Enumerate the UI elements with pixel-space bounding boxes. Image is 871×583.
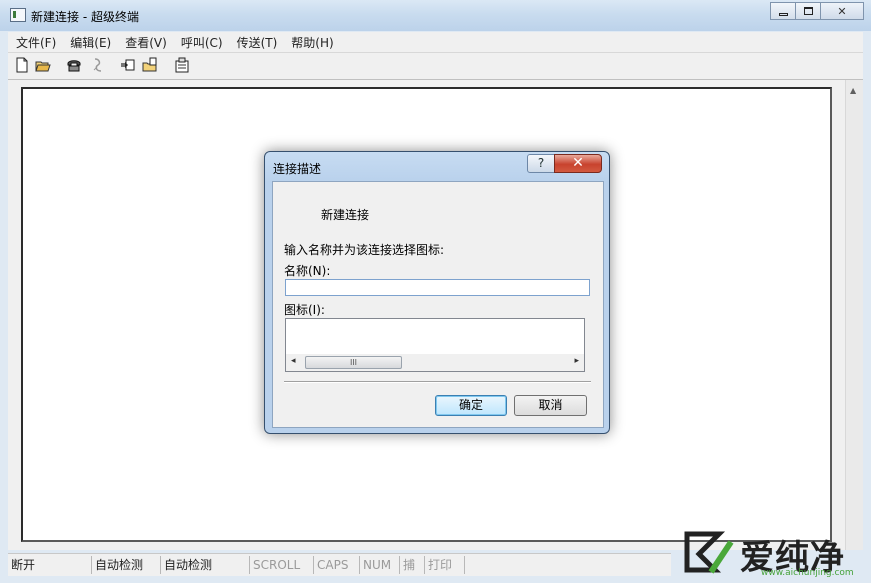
status-num: NUM	[360, 556, 400, 574]
window-controls: ✕	[770, 2, 864, 22]
minimize-button[interactable]	[770, 2, 796, 20]
receive-icon[interactable]	[142, 57, 158, 73]
name-input[interactable]	[285, 279, 590, 296]
dialog-prompt: 输入名称并为该连接选择图标:	[284, 243, 445, 257]
maximize-icon	[803, 7, 813, 15]
menu-help[interactable]: 帮助(H)	[283, 32, 339, 51]
hyperterminal-icon	[10, 8, 26, 22]
icon-label: 图标(I):	[284, 303, 325, 317]
status-scroll: SCROLL	[250, 556, 314, 574]
separator	[284, 381, 591, 383]
status-print: 打印	[425, 556, 465, 574]
disconnect-icon[interactable]	[90, 57, 106, 73]
watermark-url: www.aichunjing.com	[761, 568, 854, 578]
icon-list-scrollbar[interactable]: ◂ III ▸	[286, 354, 584, 371]
open-icon[interactable]	[35, 57, 51, 73]
dialog-close-button[interactable]: ✕	[554, 154, 602, 173]
cancel-button[interactable]: 取消	[514, 395, 587, 416]
minimize-icon	[778, 12, 788, 16]
status-capture: 捕	[400, 556, 425, 574]
status-autodetect-1: 自动检测	[92, 556, 161, 574]
name-label: 名称(N):	[284, 264, 331, 278]
menu-call[interactable]: 呼叫(C)	[173, 32, 229, 51]
menu-edit[interactable]: 编辑(E)	[62, 32, 117, 51]
status-caps: CAPS	[314, 556, 360, 574]
dialog-title: 连接描述	[273, 162, 322, 176]
connection-description-dialog: 连接描述 ? ✕ 新建连接 输入名称并为该连接选择图标: 名称(N): 图标(I…	[264, 151, 610, 434]
scroll-right-icon[interactable]: ▸	[574, 356, 579, 366]
vertical-scrollbar[interactable]: ▲	[845, 80, 863, 550]
connection-name-heading: 新建连接	[321, 208, 370, 222]
close-icon: ✕	[837, 4, 847, 18]
watermark: 爱纯净 www.aichunjing.com	[676, 528, 871, 583]
title-bar: 新建连接 - 超级终端 ✕	[0, 0, 871, 31]
scroll-left-icon[interactable]: ◂	[291, 356, 296, 366]
scroll-thumb[interactable]: III	[305, 356, 402, 369]
new-icon[interactable]	[14, 57, 30, 73]
close-icon: ✕	[572, 155, 584, 171]
scroll-up-icon[interactable]: ▲	[850, 86, 856, 95]
dialog-body: 新建连接 输入名称并为该连接选择图标: 名称(N): 图标(I): ◂ III …	[272, 181, 604, 428]
status-connection: 断开	[8, 556, 92, 574]
status-autodetect-2: 自动检测	[161, 556, 250, 574]
icon-list[interactable]: ◂ III ▸	[285, 318, 585, 372]
properties-icon[interactable]	[174, 57, 190, 73]
ok-button[interactable]: 确定	[435, 395, 507, 416]
status-bar: 断开 自动检测 自动检测 SCROLL CAPS NUM 捕 打印	[8, 553, 671, 576]
toolbar	[8, 53, 863, 80]
menu-file[interactable]: 文件(F)	[8, 32, 62, 51]
menu-bar: 文件(F) 编辑(E) 查看(V) 呼叫(C) 传送(T) 帮助(H)	[8, 32, 863, 53]
watermark-logo	[681, 528, 737, 578]
close-button[interactable]: ✕	[820, 2, 864, 20]
maximize-button[interactable]	[795, 2, 821, 20]
send-icon[interactable]	[120, 57, 136, 73]
help-button[interactable]: ?	[527, 154, 555, 173]
window-title: 新建连接 - 超级终端	[31, 10, 139, 24]
menu-transfer[interactable]: 传送(T)	[229, 32, 284, 51]
menu-view[interactable]: 查看(V)	[117, 32, 173, 51]
phone-icon[interactable]	[66, 57, 82, 73]
